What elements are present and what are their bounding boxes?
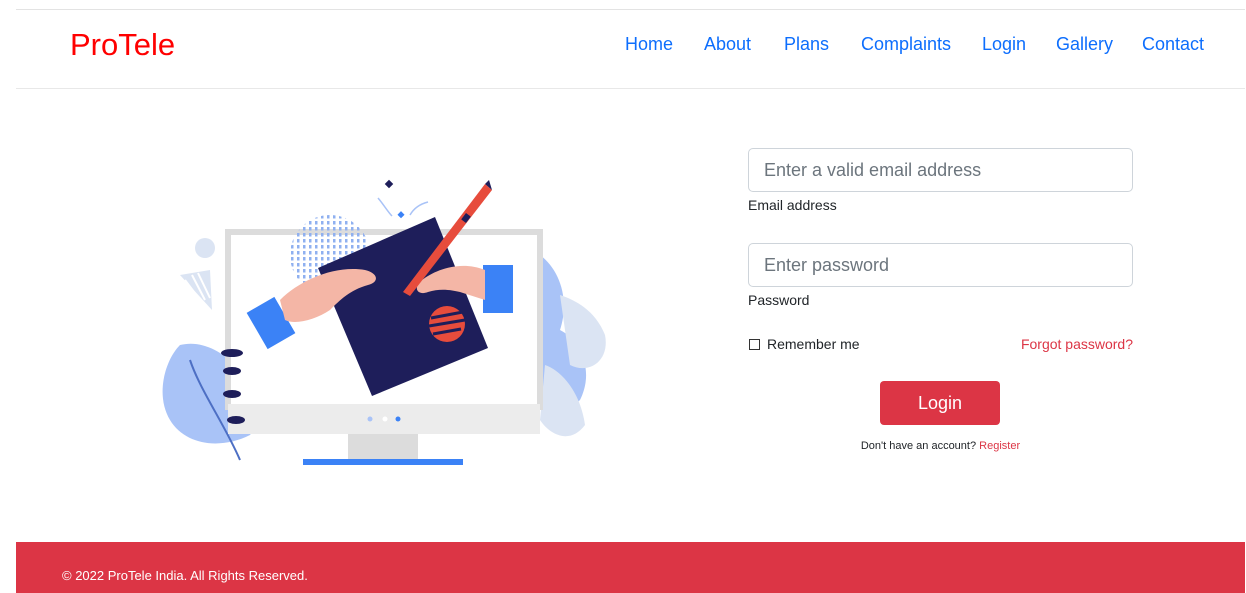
email-input[interactable] [748,148,1133,192]
nav-contact[interactable]: Contact [1142,34,1204,55]
password-label: Password [748,292,810,308]
password-input[interactable] [748,243,1133,287]
email-label: Email address [748,197,837,213]
nav-home[interactable]: Home [625,34,673,55]
register-link[interactable]: Register [979,440,1020,452]
checkbox-box[interactable] [749,338,760,350]
nav-plans[interactable]: Plans [784,34,829,55]
nav-about[interactable]: About [704,34,751,55]
forgot-password-link[interactable]: Forgot password? [1021,336,1133,352]
navbar: ProTele Home About Plans Complaints Logi… [16,10,1245,89]
footer: © 2022 ProTele India. All Rights Reserve… [16,542,1245,593]
login-button[interactable]: Login [880,381,1000,425]
copyright-text: © 2022 ProTele India. All Rights Reserve… [62,568,308,583]
nav-menu: Home About Plans Complaints Login Galler… [16,34,1245,58]
register-prompt-text: Don't have an account? [860,440,977,452]
login-form: Email address Password Remember me Forgo… [748,148,1133,452]
login-illustration [140,160,620,480]
nav-gallery[interactable]: Gallery [1056,34,1113,55]
nav-complaints[interactable]: Complaints [861,34,951,55]
nav-login[interactable]: Login [982,34,1026,55]
remember-me-checkbox[interactable]: Remember me [748,336,860,352]
register-prompt: Don't have an account? Register [748,440,1133,452]
remember-me-label: Remember me [767,336,860,352]
